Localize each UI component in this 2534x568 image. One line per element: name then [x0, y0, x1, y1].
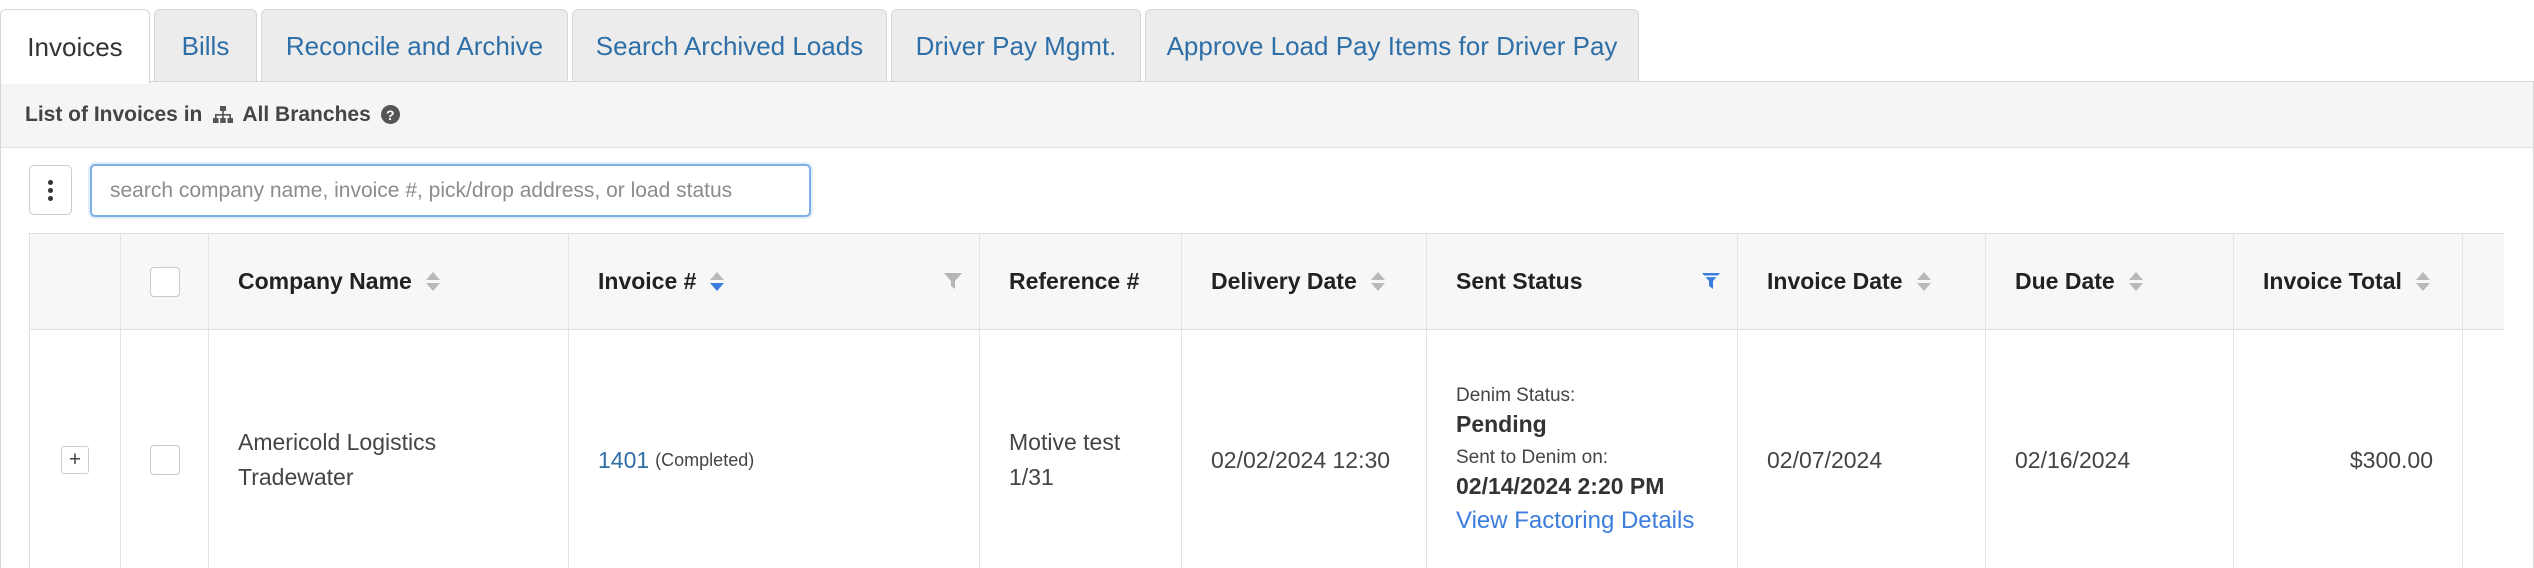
header-select-cell	[121, 234, 209, 329]
table-header-row: Company Name Invoice # Reference # Deliv…	[30, 233, 2504, 330]
delivery-date-cell: 02/02/2024 12:30	[1182, 330, 1427, 568]
sort-icon[interactable]	[1916, 272, 1931, 291]
header-sent-status[interactable]: Sent Status	[1427, 234, 1738, 329]
branch-name: All Branches	[242, 102, 371, 126]
tab-bills[interactable]: Bills	[154, 9, 257, 82]
invoice-status: (Completed)	[655, 449, 755, 470]
header-invoice-no[interactable]: Invoice #	[569, 234, 980, 329]
invoice-no-cell: 1401 (Completed)	[569, 330, 980, 568]
help-icon[interactable]: ?	[380, 105, 400, 124]
row-expand-cell: +	[30, 330, 121, 568]
due-date-cell: 02/16/2024	[1986, 330, 2234, 568]
invoice-total: $300.00	[2349, 446, 2433, 473]
sort-icon[interactable]	[425, 272, 440, 291]
sort-desc-active-icon[interactable]	[710, 272, 725, 291]
tab-driver-pay-mgmt[interactable]: Driver Pay Mgmt.	[891, 9, 1141, 82]
invoice-date-cell: 02/07/2024	[1738, 330, 1986, 568]
denim-status-value: Pending	[1456, 411, 1547, 437]
header-sent-label: Sent Status	[1456, 268, 1583, 294]
header-invoice-date-label: Invoice Date	[1767, 268, 1903, 294]
kebab-vertical-icon	[48, 179, 53, 201]
header-invoice-label: Invoice #	[598, 268, 697, 294]
company-name-line2: Tradewater	[238, 464, 354, 490]
header-due-label: Due Date	[2015, 268, 2115, 294]
table-row[interactable]: + Americold Logistics Tradewater 1401 (C…	[30, 330, 2504, 568]
tab-reconcile-and-archive[interactable]: Reconcile and Archive	[261, 9, 568, 82]
denim-status-label: Denim Status:	[1456, 385, 1576, 406]
delivery-date: 02/02/2024 12:30	[1211, 446, 1391, 473]
select-all-checkbox[interactable]	[149, 266, 180, 297]
reference-line2: 1/31	[1009, 464, 1054, 490]
header-due-date[interactable]: Due Date	[1986, 234, 2234, 329]
header-company-name[interactable]: Company Name	[209, 234, 569, 329]
table-menu-button[interactable]	[29, 165, 72, 215]
header-company-label: Company Name	[238, 268, 412, 294]
row-select-cell	[121, 330, 209, 568]
company-name-cell: Americold Logistics Tradewater	[209, 330, 569, 568]
filter-active-icon[interactable]	[1701, 272, 1721, 290]
header-extra-cell	[2463, 234, 2504, 329]
reference-line1: Motive test	[1009, 429, 1121, 455]
search-input[interactable]	[90, 164, 811, 217]
sort-icon[interactable]	[2128, 272, 2143, 291]
header-reference-no: Reference #	[980, 234, 1182, 329]
header-total-label: Invoice Total	[2263, 268, 2402, 294]
sitemap-icon	[212, 105, 234, 125]
sort-icon[interactable]	[2415, 272, 2430, 291]
row-extra-cell	[2463, 330, 2504, 568]
header-invoice-date[interactable]: Invoice Date	[1738, 234, 1986, 329]
sent-status-cell: Denim Status: Pending Sent to Denim on: …	[1427, 330, 1738, 568]
due-date: 02/16/2024	[2015, 446, 2131, 473]
sent-to-denim-label: Sent to Denim on:	[1456, 447, 1609, 468]
tab-bar: Invoices Bills Reconcile and Archive Sea…	[0, 0, 2534, 84]
invoices-table: Company Name Invoice # Reference # Deliv…	[29, 233, 2504, 568]
tab-search-archived-loads[interactable]: Search Archived Loads	[572, 9, 887, 82]
row-checkbox[interactable]	[149, 445, 180, 475]
company-name-line1: Americold Logistics	[238, 429, 437, 455]
header-delivery-date[interactable]: Delivery Date	[1182, 234, 1427, 329]
panel-title: List of Invoices in	[25, 102, 203, 126]
sent-to-denim-value: 02/14/2024 2:20 PM	[1456, 473, 1665, 499]
invoice-date: 02/07/2024	[1767, 446, 1883, 473]
panel-header: List of Invoices in All Branches ?	[1, 82, 2533, 148]
header-expand-cell	[30, 234, 121, 329]
reference-cell: Motive test 1/31	[980, 330, 1182, 568]
view-factoring-details-link[interactable]: View Factoring Details	[1456, 505, 1694, 537]
expand-row-button[interactable]: +	[61, 446, 89, 474]
filter-icon[interactable]	[943, 272, 963, 290]
header-delivery-label: Delivery Date	[1211, 268, 1357, 294]
invoice-number-link[interactable]: 1401	[598, 447, 649, 474]
tab-invoices[interactable]: Invoices	[0, 9, 150, 84]
header-reference-label: Reference #	[1009, 268, 1140, 294]
sort-icon[interactable]	[1370, 272, 1385, 291]
tab-approve-load-pay-items[interactable]: Approve Load Pay Items for Driver Pay	[1145, 9, 1639, 82]
header-invoice-total[interactable]: Invoice Total	[2234, 234, 2463, 329]
invoice-total-cell: $300.00	[2234, 330, 2463, 568]
